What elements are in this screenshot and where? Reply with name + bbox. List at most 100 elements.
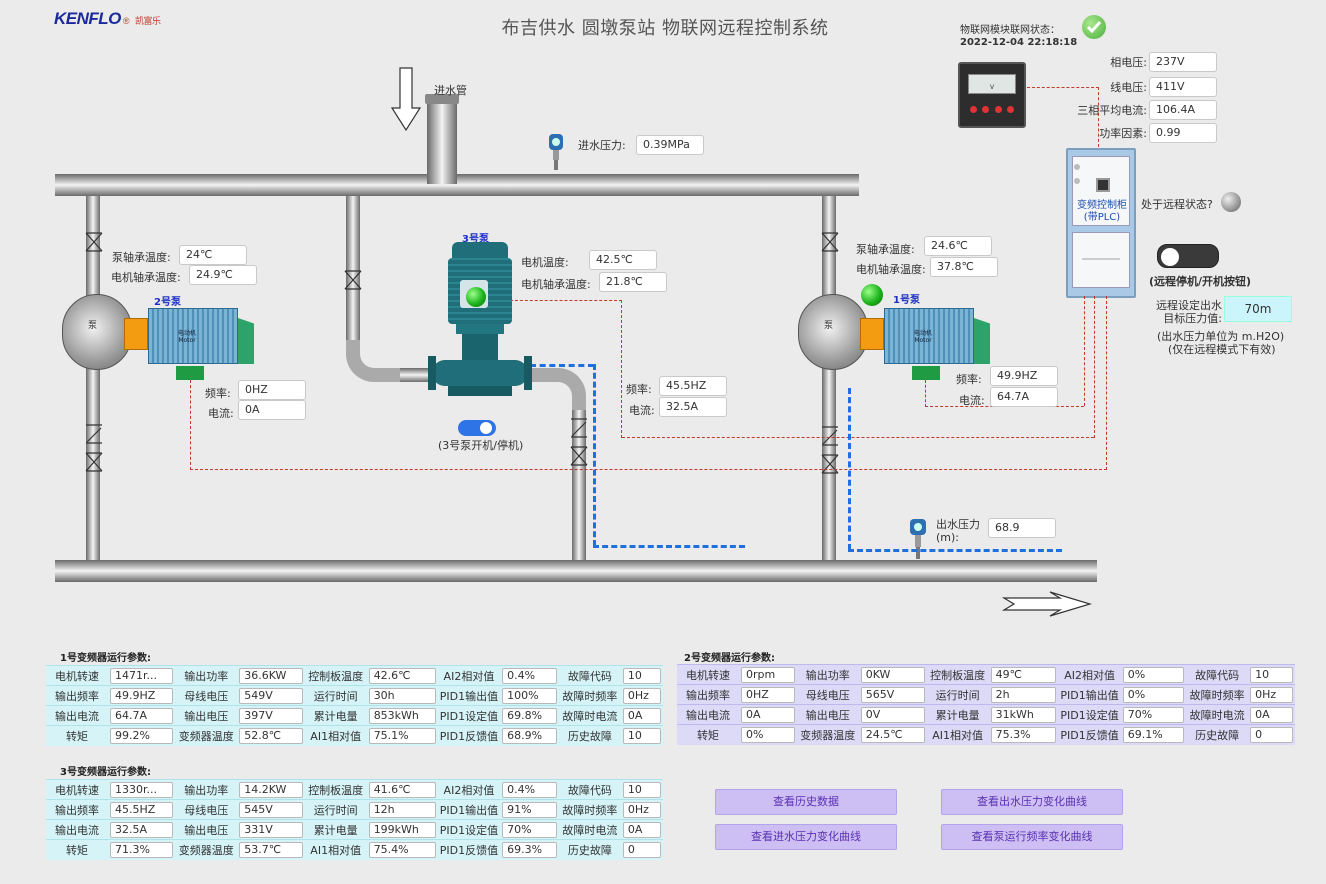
pump2-current-label: 电流: [208,407,234,420]
param-row: 转矩 0% 变频器温度 24.5℃ AI1相对值 75.3% PID1反馈值 69.1% 历史故… [677,724,1295,745]
pump1-running-indicator [861,284,883,306]
pump1-current-value: 64.7A [990,387,1058,407]
outlet-pressure-value: 68.9 [988,518,1056,538]
inlet-pipe [427,100,457,184]
pump3-motor-bearing-label: 电机轴承温度: [521,278,591,291]
param-label: 母线电压 [796,684,859,705]
param-row: 输出频率 0HZ 母线电压 565V 运行时间 2h PID1输出值 0% 故障时频率 0Hz [677,684,1295,705]
meter-buttons [970,106,1014,113]
pump1-current-label: 电流: [959,394,985,407]
param-value: 549V [239,687,303,704]
param-value: 36.6KW [239,667,303,684]
vfd1-title: 1号变频器运行参数: [60,653,151,664]
vfd2-param-table: 电机转速 0rpm 输出功率 0KW 控制板温度 49℃ AI2相对值 0% 故障代码 10 输出频… [677,664,1295,745]
param-label: 故障时电流 [1186,704,1249,725]
pump3-motor-bearing-value: 21.8℃ [599,272,667,292]
param-value: 397V [239,707,303,724]
param-label: AI1相对值 [304,839,367,860]
pump1-name: 1号泵 [893,295,920,306]
param-label: 故障时频率 [558,685,621,706]
view-history-button[interactable]: 查看历史数据 [715,789,897,815]
param-label: 母线电压 [175,685,238,706]
param-label: 输出功率 [175,779,238,800]
param-row: 输出频率 49.9HZ 母线电压 549V 运行时间 30h PID1输出值 100% 故障时频… [46,685,663,706]
avg-current-value: 106.4A [1149,100,1217,120]
param-label: 输出电压 [175,819,238,840]
param-label: PID1设定值 [437,819,501,840]
check-valve-icon [822,426,838,446]
param-label: PID1设定值 [1058,704,1121,725]
pump1-bearing-temp-label: 泵轴承温度: [856,243,915,256]
pump3-start-stop-toggle[interactable] [458,420,496,436]
param-value: 75.4% [368,841,436,858]
param-value: 24.5℃ [860,726,925,743]
param-label: 故障代码 [558,779,621,800]
view-outlet-pressure-curve-button[interactable]: 查看出水压力变化曲线 [941,789,1123,815]
param-value: 0KW [860,666,925,683]
param-label: 历史故障 [1186,724,1249,745]
param-value: 41.6℃ [368,781,436,798]
param-value: 42.6℃ [368,667,436,684]
target-pressure-input[interactable]: 70m [1224,296,1292,322]
param-value: 71.3% [110,841,174,858]
param-value: 0A [1250,706,1293,723]
param-label: 电机转速 [46,779,108,800]
param-label: 故障时频率 [1186,684,1249,705]
vfd3-title: 3号变频器运行参数: [60,767,151,778]
param-value: 0Hz [622,687,661,704]
outlet-pressure-sensor-icon [910,519,926,559]
pump1-motor-bearing-label: 电机轴承温度: [856,263,926,276]
param-value: 75.1% [368,727,436,744]
pump1-pump-text: 泵 [824,321,834,331]
param-value: 0% [1122,666,1185,683]
valve-icon[interactable] [85,452,103,472]
param-label: AI2相对值 [1058,664,1121,685]
param-label: 输出电压 [175,705,238,726]
pump2-motor-bearing-value: 24.9℃ [189,265,257,285]
vfd3-param-table: 电机转速 1330r... 输出功率 14.2KW 控制板温度 41.6℃ AI2相对值 0.… [46,779,663,860]
param-row: 转矩 71.3% 变频器温度 53.7℃ AI1相对值 75.4% PID1反馈值 69.3%… [46,839,663,860]
pump2-current-value: 0A [238,400,306,420]
pump3-running-indicator [466,287,486,307]
valve-icon[interactable] [85,232,103,252]
pump2-name: 2号泵 [154,297,181,308]
param-value: 70% [1122,706,1185,723]
target-pressure-label: 远程设定出水目标压力值: [1156,299,1222,325]
param-row: 输出电流 32.5A 输出电压 331V 累计电量 199kWh PID1设定值 70% 故障时… [46,819,663,840]
power-meter: V [958,62,1026,128]
param-value: 12h [368,801,436,818]
valve-icon[interactable] [821,454,839,474]
param-label: PID1反馈值 [437,839,501,860]
pump2-bearing-temp-label: 泵轴承温度: [112,251,171,264]
param-value: 0.4% [502,781,557,798]
phase-voltage-label: 相电压: [1110,56,1147,69]
param-row: 转矩 99.2% 变频器温度 52.8℃ AI1相对值 75.1% PID1反馈值 68.9%… [46,725,663,746]
valve-icon[interactable] [821,232,839,252]
param-label: 输出频率 [677,684,739,705]
param-value: 0% [1122,686,1185,703]
view-pump-frequency-curve-button[interactable]: 查看泵运行频率变化曲线 [941,824,1123,850]
param-row: 电机转速 1471r... 输出功率 36.6KW 控制板温度 42.6℃ AI2相对值 0.… [46,665,663,686]
param-value: 30h [368,687,436,704]
param-label: 输出频率 [46,799,108,820]
param-value: 10 [622,727,661,744]
valve-icon[interactable] [570,446,588,466]
param-label: 转矩 [677,724,739,745]
param-value: 100% [502,687,557,704]
line-voltage-label: 线电压: [1110,81,1147,94]
valve-icon[interactable] [344,270,362,290]
param-label: 运行时间 [304,685,367,706]
param-row: 电机转速 1330r... 输出功率 14.2KW 控制板温度 41.6℃ AI2相对值 0.… [46,779,663,800]
remote-start-stop-toggle[interactable] [1157,244,1219,268]
param-value: 0A [622,821,661,838]
param-value: 545V [239,801,303,818]
param-value: 331V [239,821,303,838]
param-label: PID1设定值 [437,705,501,726]
param-value: 45.5HZ [110,801,174,818]
param-value: 0Hz [1250,686,1293,703]
param-label: 输出功率 [796,664,859,685]
view-inlet-pressure-curve-button[interactable]: 查看进水压力变化曲线 [715,824,897,850]
param-value: 64.7A [110,707,174,724]
pump3-freq-label: 频率: [626,383,652,396]
kenflo-logo: KENFLO ® 凯富乐 [54,9,161,28]
